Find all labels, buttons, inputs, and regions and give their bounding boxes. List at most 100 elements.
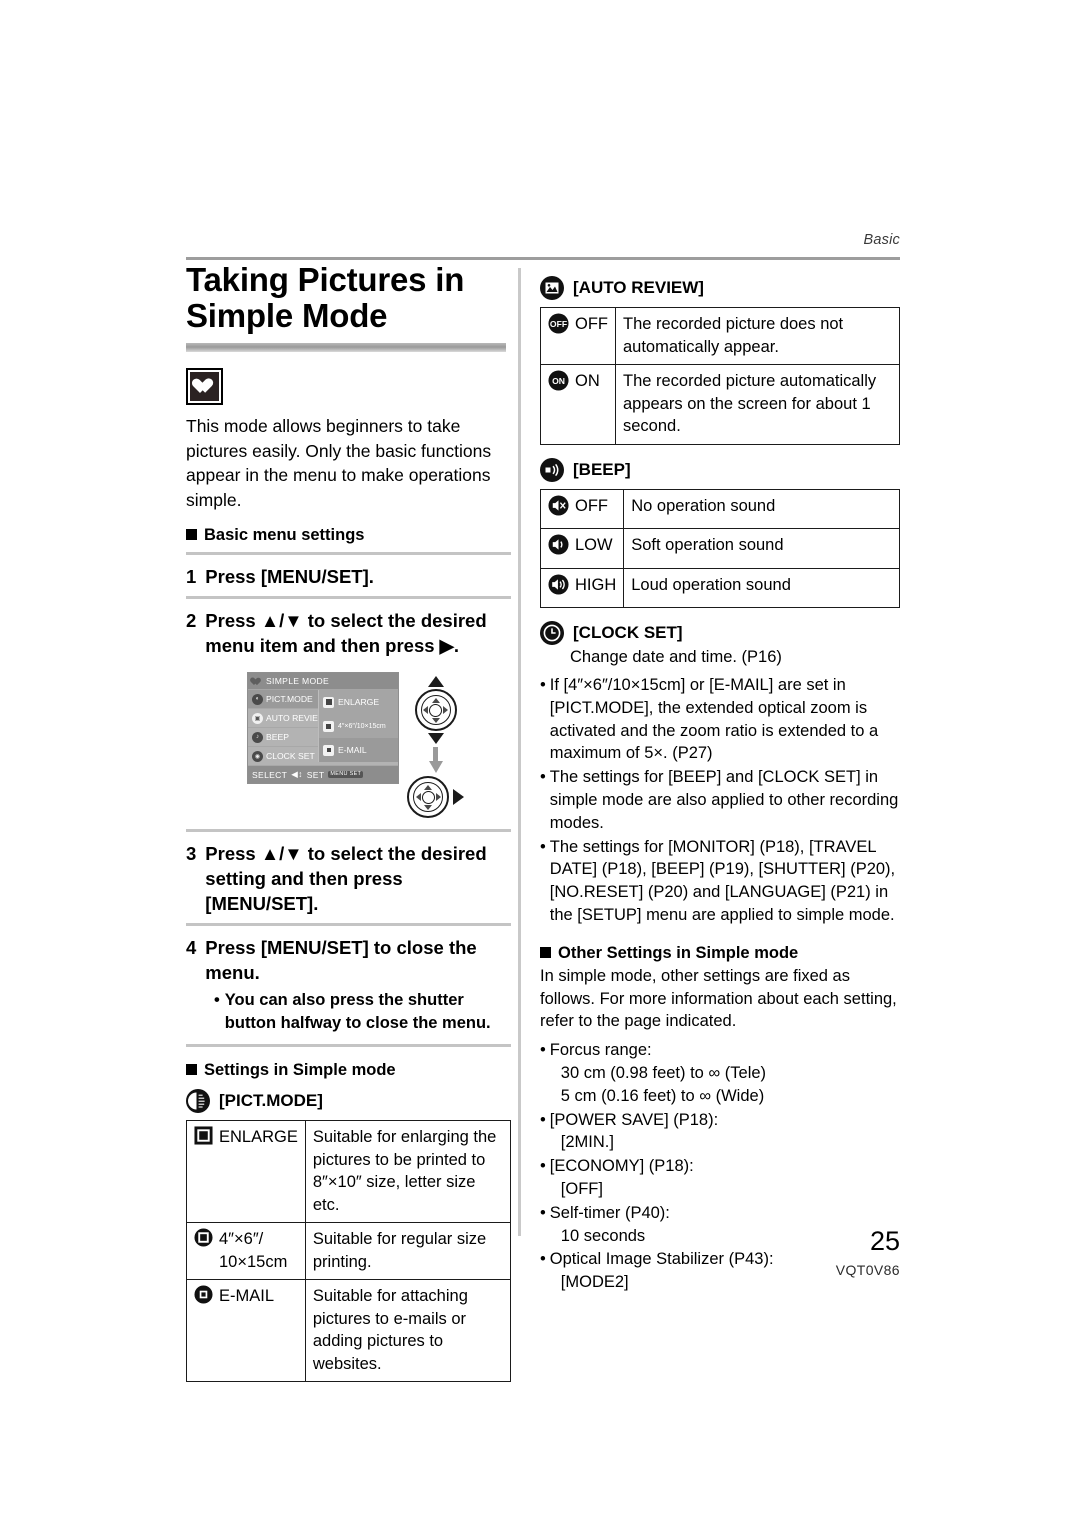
lcd-menu-item-label: CLOCK SET bbox=[266, 751, 315, 761]
lcd-menu-illustration: SIMPLE MODE ◐ PICT.MODE ▣ AUTO REVIEW ♪ … bbox=[186, 672, 511, 818]
bullet-dot-icon: • bbox=[540, 1157, 546, 1176]
intro-paragraph: This mode allows beginners to take pictu… bbox=[186, 416, 492, 510]
beep-icon: ♪ bbox=[252, 731, 263, 743]
autoreview-key-cell: OFF OFF bbox=[540, 307, 616, 365]
document-id: VQT0V86 bbox=[835, 1262, 900, 1278]
separator-rule bbox=[186, 829, 511, 832]
clockset-desc: Change date and time. (P16) bbox=[570, 648, 782, 666]
settings-in-simple-mode-heading: Settings in Simple mode bbox=[186, 1061, 511, 1080]
bullet-dot-icon: • bbox=[540, 837, 546, 856]
pictmode-heading: [PICT.MODE] bbox=[186, 1089, 511, 1113]
menu-set-chip-icon: MENU SET bbox=[328, 770, 364, 779]
step-4: 4 Press [MENU/SET] to close the menu. bbox=[186, 935, 511, 985]
size-4x6-icon bbox=[323, 720, 334, 732]
arrow-right-icon bbox=[453, 789, 464, 805]
autoreview-table: OFF OFF The recorded picture does not au… bbox=[540, 307, 900, 445]
other-item-value: 5 cm (0.16 feet) to ∞ (Wide) bbox=[560, 1086, 765, 1105]
bullet-dot-icon: • bbox=[540, 768, 546, 787]
flow-arrow-down-icon bbox=[428, 747, 443, 773]
on-badge-icon: ON bbox=[548, 370, 569, 398]
table-row: ENLARGE Suitable for enlarging the pictu… bbox=[186, 1120, 512, 1223]
note-text: The settings for [BEEP] and [CLOCK SET] … bbox=[549, 768, 899, 832]
clock-set-icon bbox=[540, 621, 564, 645]
separator-rule bbox=[186, 552, 511, 555]
step-1-text: Press [MENU/SET]. bbox=[205, 566, 374, 587]
cursor-button-icon bbox=[414, 689, 457, 731]
beep-desc-cell: No operation sound bbox=[623, 488, 900, 529]
square-bullet-icon bbox=[186, 1064, 197, 1075]
list-item: • [POWER SAVE] (P18): [2MIN.] bbox=[540, 1109, 900, 1155]
beep-key-cell: HIGH bbox=[539, 567, 625, 608]
pict-mode-icon: ◐ bbox=[252, 693, 263, 705]
pictmode-key-label: ENLARGE bbox=[219, 1128, 298, 1146]
pictmode-key-label: E-MAIL bbox=[219, 1287, 275, 1305]
manual-page: Basic Taking Pictures in Simple Mode Thi… bbox=[0, 0, 1080, 1526]
step-2-number: 2 bbox=[186, 610, 197, 631]
lcd-title-label: SIMPLE MODE bbox=[266, 676, 329, 686]
lcd-submenu-label: ENLARGE bbox=[338, 697, 380, 707]
step-2-text: Press ▲/▼ to select the desired menu ite… bbox=[205, 610, 487, 656]
lcd-submenu-item-enlarge: ENLARGE bbox=[319, 690, 398, 714]
basic-menu-settings-heading: Basic menu settings bbox=[186, 526, 511, 545]
other-settings-heading: Other Settings in Simple mode bbox=[540, 944, 900, 963]
table-row: OFF No operation sound bbox=[539, 488, 900, 529]
other-settings-intro: In simple mode, other settings are fixed… bbox=[540, 966, 897, 1031]
lcd-footer-set-label: SET bbox=[306, 769, 325, 780]
separator-rule bbox=[186, 1044, 511, 1047]
auto-review-icon: ▣ bbox=[252, 712, 263, 724]
lcd-menu-item-label: BEEP bbox=[266, 732, 289, 742]
column-divider bbox=[518, 268, 521, 1236]
running-head: Basic bbox=[863, 232, 900, 248]
beep-key-label: LOW bbox=[575, 536, 613, 554]
autoreview-key-label: ON bbox=[575, 372, 600, 390]
off-badge-icon: OFF bbox=[548, 313, 569, 341]
step-4-note-text: You can also press the shutter button ha… bbox=[224, 991, 491, 1032]
lcd-submenu-label: 4″×6″/10×15cm bbox=[338, 722, 386, 730]
lcd-title-bar: SIMPLE MODE bbox=[248, 673, 398, 690]
step-3-text: Press ▲/▼ to select the desired setting … bbox=[205, 843, 487, 914]
table-row: ON ON The recorded picture automatically… bbox=[540, 364, 900, 445]
autoreview-desc-cell: The recorded picture does not automatica… bbox=[615, 307, 900, 365]
other-item-label: Self-timer (P40): bbox=[549, 1203, 670, 1222]
cursor-button-icon-2 bbox=[407, 776, 449, 818]
settings-in-simple-mode-label: Settings in Simple mode bbox=[204, 1061, 396, 1079]
other-item-label: [ECONOMY] (P18): bbox=[549, 1157, 694, 1176]
header-rule bbox=[186, 257, 900, 260]
beep-heading: [BEEP] bbox=[540, 457, 900, 482]
step-4-note: • You can also press the shutter button … bbox=[214, 989, 511, 1034]
step-4-text: Press [MENU/SET] to close the menu. bbox=[205, 937, 477, 983]
separator-rule bbox=[186, 923, 511, 926]
list-item: • The settings for [MONITOR] (P18), [TRA… bbox=[540, 836, 900, 927]
bullet-dot-icon: • bbox=[540, 1110, 546, 1129]
table-row: OFF OFF The recorded picture does not au… bbox=[540, 307, 900, 365]
autoreview-key-label: OFF bbox=[575, 315, 608, 333]
other-item-value: 30 cm (0.98 feet) to ∞ (Tele) bbox=[560, 1063, 767, 1082]
speaker-low-icon bbox=[548, 534, 569, 562]
basic-menu-settings-label: Basic menu settings bbox=[204, 526, 365, 544]
square-bullet-icon bbox=[540, 946, 551, 958]
step-1: 1 Press [MENU/SET]. bbox=[186, 564, 511, 589]
beep-key-cell: LOW bbox=[539, 528, 625, 569]
beep-desc-cell: Loud operation sound bbox=[623, 567, 900, 608]
pict-mode-icon bbox=[186, 1089, 210, 1113]
list-item: • The settings for [BEEP] and [CLOCK SET… bbox=[540, 766, 900, 834]
other-item-label: [POWER SAVE] (P18): bbox=[549, 1110, 719, 1129]
beep-title-label: [BEEP] bbox=[573, 459, 631, 479]
beep-key-cell: OFF bbox=[539, 488, 625, 529]
step-4-number: 4 bbox=[186, 937, 197, 958]
enlarge-icon bbox=[323, 696, 334, 708]
note-text: If [4″×6″/10×15cm] or [E-MAIL] are set i… bbox=[549, 676, 879, 763]
pictmode-key-cell: E-MAIL bbox=[186, 1279, 306, 1382]
bullet-dot-icon: • bbox=[540, 1041, 546, 1060]
simple-mode-heart-icon bbox=[186, 368, 223, 405]
autoreview-key-cell: ON ON bbox=[540, 364, 616, 445]
pictmode-desc-cell: Suitable for enlarging the pictures to b… bbox=[304, 1120, 512, 1223]
pictmode-desc-cell: Suitable for attaching pictures to e-mai… bbox=[304, 1279, 512, 1382]
pictmode-key-cell: ENLARGE bbox=[186, 1120, 306, 1223]
other-item-label: Forcus range: bbox=[549, 1041, 652, 1060]
notes-list: • If [4″×6″/10×15cm] or [E-MAIL] are set… bbox=[540, 674, 900, 927]
clockset-heading: [CLOCK SET] bbox=[540, 621, 900, 645]
arrow-down-icon bbox=[427, 733, 444, 744]
arrow-up-icon bbox=[427, 676, 444, 687]
title-rule bbox=[186, 343, 506, 352]
